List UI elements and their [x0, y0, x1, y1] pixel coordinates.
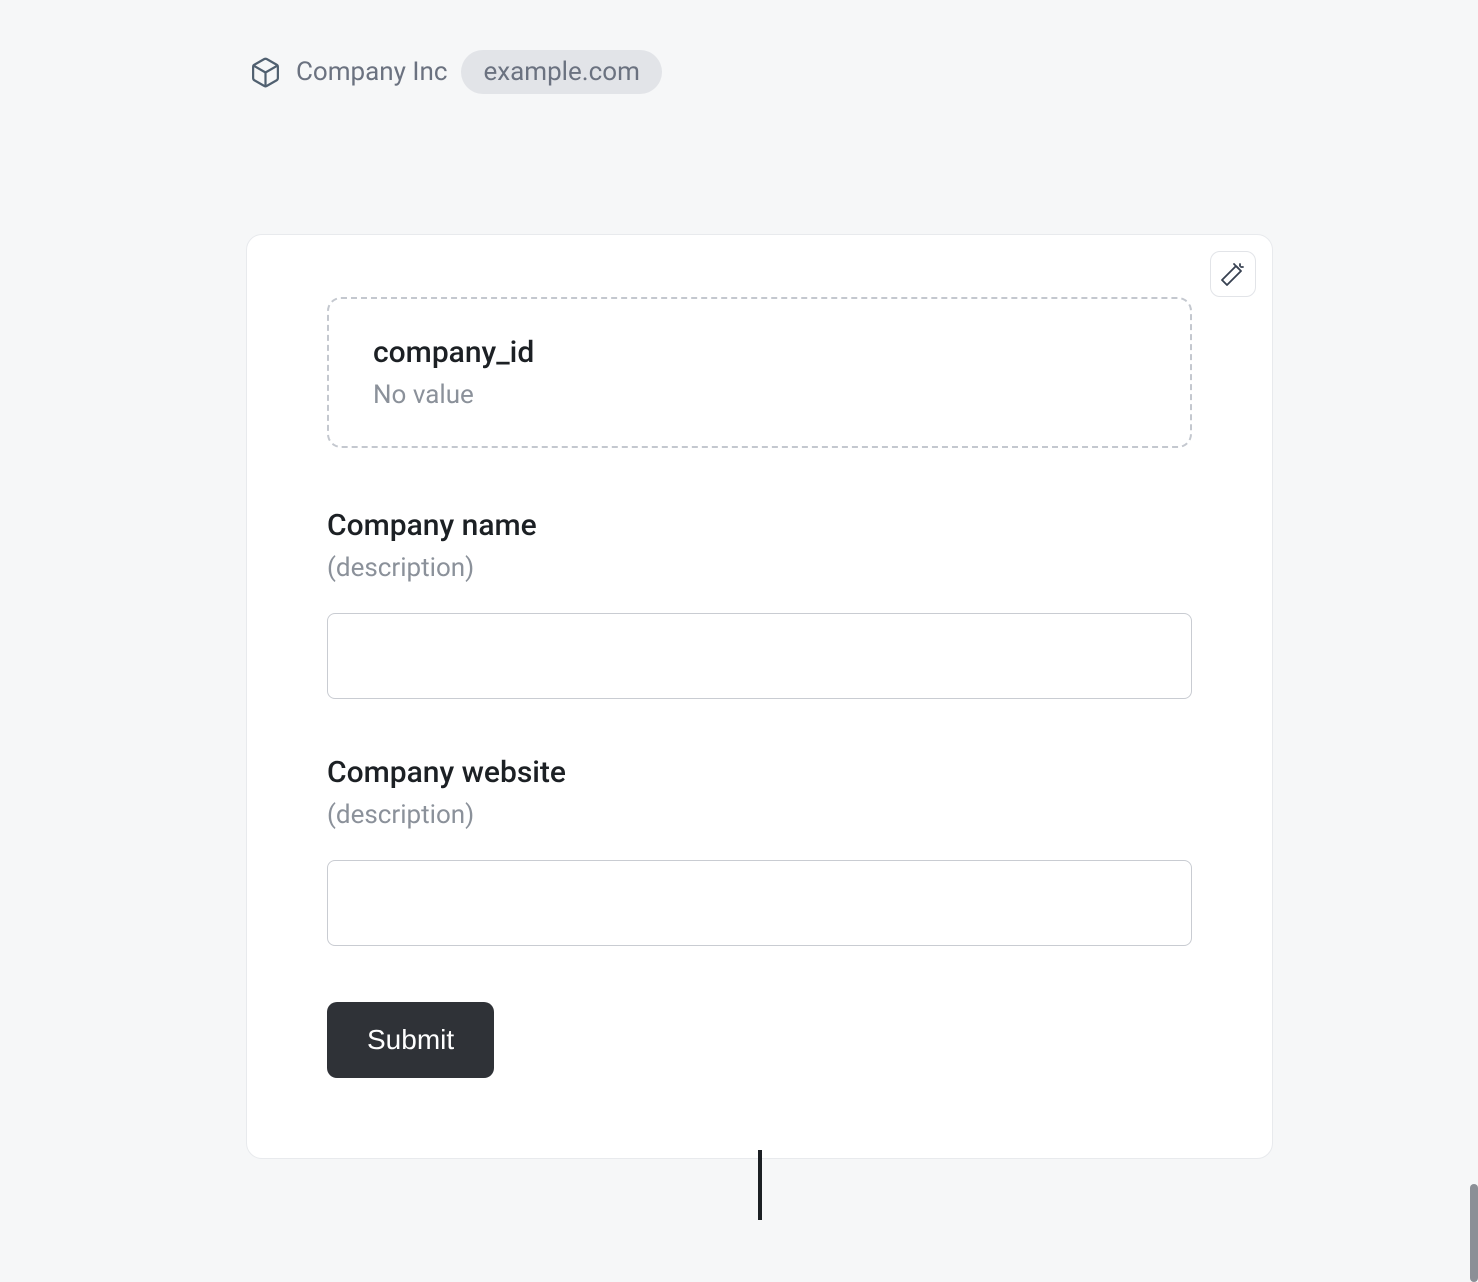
company-website-input[interactable] [327, 860, 1192, 946]
field-label: Company website [327, 755, 1192, 790]
submit-button[interactable]: Submit [327, 1002, 494, 1078]
header-bar: Company Inc example.com [0, 0, 1478, 94]
magic-wand-button[interactable] [1210, 251, 1256, 297]
hidden-field-value: No value [373, 380, 1146, 410]
field-company-name: Company name (description) [327, 508, 1192, 699]
field-description: (description) [327, 553, 1192, 583]
field-company-website: Company website (description) [327, 755, 1192, 946]
domain-chip: example.com [461, 50, 661, 94]
field-label: Company name [327, 508, 1192, 543]
form-card: company_id No value Company name (descri… [246, 234, 1273, 1159]
hidden-field-label: company_id [373, 335, 1146, 370]
cube-icon [249, 56, 282, 89]
field-description: (description) [327, 800, 1192, 830]
scrollbar-thumb[interactable] [1470, 1184, 1478, 1282]
hidden-field-box: company_id No value [327, 297, 1192, 448]
company-name-input[interactable] [327, 613, 1192, 699]
connector-line [758, 1150, 762, 1220]
company-name-label: Company Inc [296, 57, 447, 87]
